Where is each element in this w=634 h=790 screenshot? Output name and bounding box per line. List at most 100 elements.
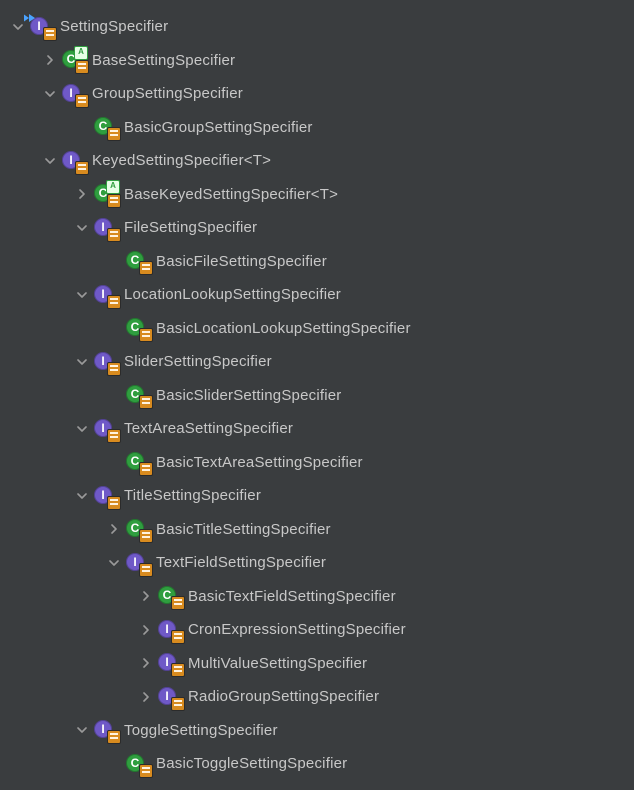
interface-icon (94, 351, 118, 373)
java-file-badge-icon (107, 228, 121, 242)
chevron-right-icon[interactable] (136, 687, 156, 707)
tree-row[interactable]: BasicTextAreaSettingSpecifier (8, 446, 634, 480)
interface-icon (94, 485, 118, 507)
abstract-badge-icon: A (74, 46, 88, 60)
interface-icon (94, 719, 118, 741)
java-file-badge-icon (139, 395, 153, 409)
class-icon: A (94, 183, 118, 205)
type-label: TitleSettingSpecifier (124, 487, 261, 504)
class-icon (126, 250, 150, 272)
tree-row[interactable]: BasicGroupSettingSpecifier (8, 111, 634, 145)
java-file-badge-icon (171, 630, 185, 644)
type-label: ToggleSettingSpecifier (124, 722, 278, 739)
class-icon: A (62, 49, 86, 71)
type-label: BasicTextAreaSettingSpecifier (156, 454, 363, 471)
type-label: CronExpressionSettingSpecifier (188, 621, 406, 638)
type-label: BasicFileSettingSpecifier (156, 253, 327, 270)
type-label: BasicLocationLookupSettingSpecifier (156, 320, 411, 337)
type-label: FileSettingSpecifier (124, 219, 257, 236)
interface-icon (62, 150, 86, 172)
tree-row[interactable]: BasicFileSettingSpecifier (8, 245, 634, 279)
type-label: MultiValueSettingSpecifier (188, 655, 367, 672)
chevron-down-icon[interactable] (72, 419, 92, 439)
chevron-right-icon[interactable] (104, 519, 124, 539)
chevron-right-icon[interactable] (136, 620, 156, 640)
chevron-down-icon[interactable] (72, 486, 92, 506)
tree-row[interactable]: TextAreaSettingSpecifier (8, 412, 634, 446)
java-file-badge-icon (139, 563, 153, 577)
class-icon (158, 585, 182, 607)
tree-row[interactable]: GroupSettingSpecifier (8, 77, 634, 111)
java-file-badge-icon (107, 496, 121, 510)
java-file-badge-icon (75, 94, 89, 108)
java-file-badge-icon (139, 328, 153, 342)
java-file-badge-icon (107, 194, 121, 208)
runnable-badge-icon (24, 11, 36, 28)
tree-row[interactable]: BasicToggleSettingSpecifier (8, 747, 634, 781)
chevron-down-icon[interactable] (72, 352, 92, 372)
class-icon (126, 384, 150, 406)
tree-row[interactable]: TitleSettingSpecifier (8, 479, 634, 513)
tree-row[interactable]: ToggleSettingSpecifier (8, 714, 634, 748)
type-label: BasicTextFieldSettingSpecifier (188, 588, 396, 605)
interface-icon (94, 284, 118, 306)
chevron-right-icon[interactable] (40, 50, 60, 70)
java-file-badge-icon (107, 730, 121, 744)
type-label: BasicSliderSettingSpecifier (156, 387, 342, 404)
chevron-down-icon[interactable] (72, 720, 92, 740)
tree-row[interactable]: A BaseSettingSpecifier (8, 44, 634, 78)
type-label: BaseSettingSpecifier (92, 52, 235, 69)
interface-icon (158, 652, 182, 674)
java-file-badge-icon (107, 295, 121, 309)
tree-row[interactable]: A BaseKeyedSettingSpecifier<T> (8, 178, 634, 212)
tree-row[interactable]: BasicLocationLookupSettingSpecifier (8, 312, 634, 346)
interface-icon (126, 552, 150, 574)
chevron-down-icon[interactable] (40, 84, 60, 104)
chevron-right-icon[interactable] (72, 184, 92, 204)
interface-icon (62, 83, 86, 105)
chevron-right-icon[interactable] (136, 586, 156, 606)
tree-row[interactable]: FileSettingSpecifier (8, 211, 634, 245)
chevron-down-icon[interactable] (40, 151, 60, 171)
tree-row[interactable]: MultiValueSettingSpecifier (8, 647, 634, 681)
tree-row[interactable]: KeyedSettingSpecifier<T> (8, 144, 634, 178)
java-file-badge-icon (107, 127, 121, 141)
java-file-badge-icon (139, 261, 153, 275)
tree-row[interactable]: TextFieldSettingSpecifier (8, 546, 634, 580)
type-label: BasicGroupSettingSpecifier (124, 119, 313, 136)
tree-row[interactable]: RadioGroupSettingSpecifier (8, 680, 634, 714)
tree-row[interactable]: SettingSpecifier (8, 10, 634, 44)
type-label: SettingSpecifier (60, 18, 168, 35)
interface-icon (30, 16, 54, 38)
class-icon (126, 317, 150, 339)
java-file-badge-icon (139, 462, 153, 476)
chevron-down-icon[interactable] (72, 218, 92, 238)
interface-icon (94, 418, 118, 440)
java-file-badge-icon (107, 362, 121, 376)
java-file-badge-icon (43, 27, 57, 41)
interface-icon (158, 619, 182, 641)
interface-icon (94, 217, 118, 239)
tree-row[interactable]: CronExpressionSettingSpecifier (8, 613, 634, 647)
chevron-right-icon[interactable] (136, 653, 156, 673)
class-icon (126, 753, 150, 775)
class-icon (94, 116, 118, 138)
java-file-badge-icon (171, 596, 185, 610)
class-icon (126, 518, 150, 540)
type-hierarchy-tree: SettingSpecifier A BaseSettingSpecifier Gro… (0, 0, 634, 781)
java-file-badge-icon (139, 529, 153, 543)
tree-row[interactable]: BasicSliderSettingSpecifier (8, 379, 634, 413)
chevron-down-icon[interactable] (72, 285, 92, 305)
tree-row[interactable]: SliderSettingSpecifier (8, 345, 634, 379)
tree-row[interactable]: BasicTextFieldSettingSpecifier (8, 580, 634, 614)
type-label: BasicToggleSettingSpecifier (156, 755, 347, 772)
interface-icon (158, 686, 182, 708)
chevron-down-icon[interactable] (104, 553, 124, 573)
type-label: RadioGroupSettingSpecifier (188, 688, 379, 705)
type-label: TextFieldSettingSpecifier (156, 554, 326, 571)
type-label: LocationLookupSettingSpecifier (124, 286, 341, 303)
tree-row[interactable]: LocationLookupSettingSpecifier (8, 278, 634, 312)
abstract-badge-icon: A (106, 180, 120, 194)
tree-row[interactable]: BasicTitleSettingSpecifier (8, 513, 634, 547)
type-label: BaseKeyedSettingSpecifier<T> (124, 186, 338, 203)
